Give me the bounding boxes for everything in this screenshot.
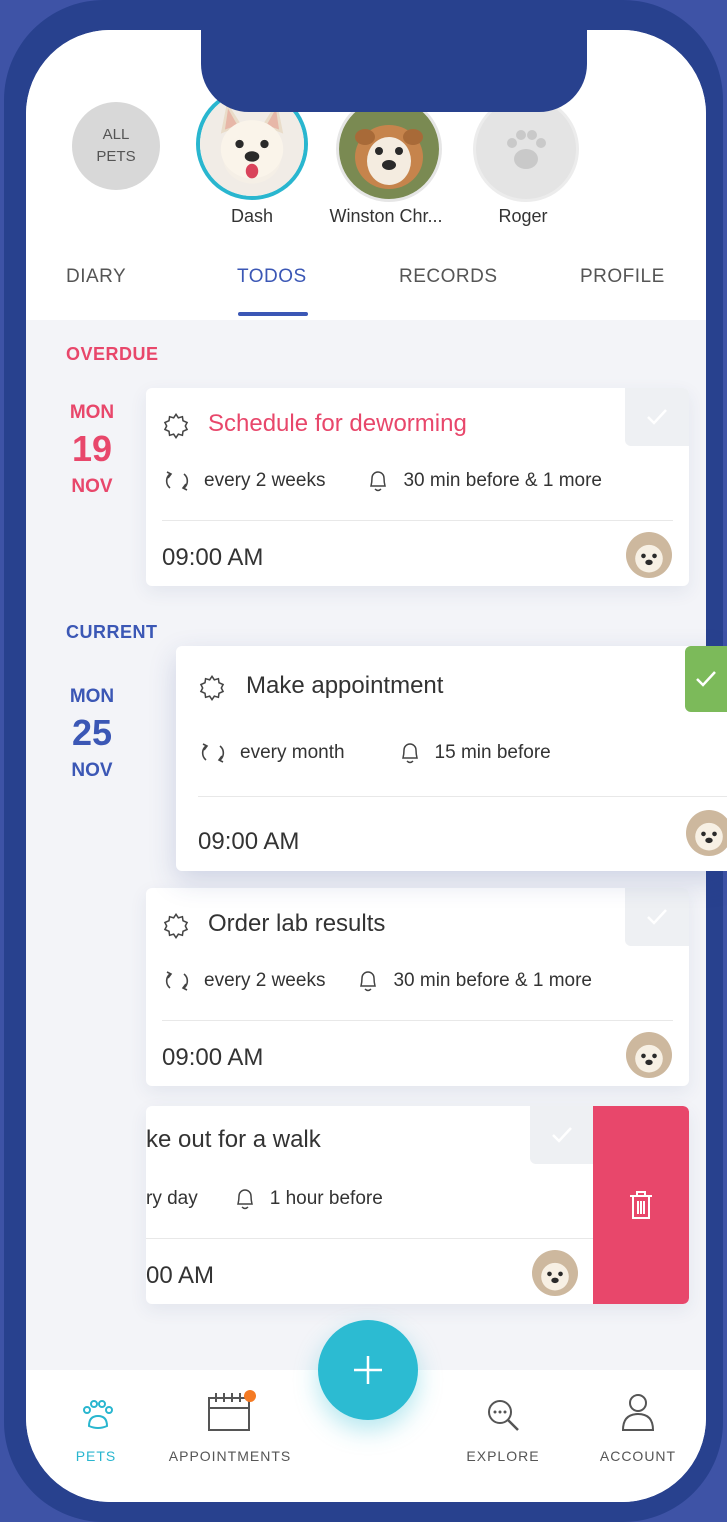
reminder-label: 30 min before & 1 more: [403, 470, 602, 491]
cog-icon: [163, 412, 189, 440]
repeat-icon: [165, 471, 189, 491]
divider: [146, 1238, 593, 1239]
repeat-label: every 2 weeks: [204, 970, 326, 991]
todo-time: 09:00 AM: [162, 1044, 264, 1071]
tab-records[interactable]: RECORDS: [399, 266, 498, 288]
nav-pets-label: PETS: [75, 1448, 117, 1464]
complete-button[interactable]: [625, 888, 689, 946]
add-todo-button[interactable]: [318, 1320, 418, 1420]
todo-meta: every month 15 min before: [198, 740, 551, 766]
todo-card-dragging[interactable]: Make appointment every month 15 min befo…: [176, 646, 727, 871]
todo-meta: every 2 weeks 30 min before & 1 more: [162, 468, 602, 494]
todo-title: Make appointment: [246, 672, 444, 699]
todo-card-swiped[interactable]: ke out for a walk ry day 1 hour before 0…: [146, 1106, 689, 1304]
date-group-current: MON 25 NOV: [62, 686, 122, 782]
divider: [198, 796, 727, 797]
pet-name-winston: Winston Chr...: [329, 206, 443, 226]
tab-profile[interactable]: PROFILE: [580, 266, 665, 288]
pet-name-roger: Roger: [498, 206, 548, 226]
complete-button[interactable]: [625, 388, 689, 446]
user-icon: [621, 1394, 655, 1431]
dog-photo-icon: [626, 1032, 672, 1078]
complete-button[interactable]: [530, 1106, 594, 1164]
reminder-label: 15 min before: [434, 742, 551, 763]
all-pets-label-2: PETS: [96, 148, 136, 165]
repeat-icon: [165, 971, 189, 991]
pet-name-dash: Dash: [230, 206, 274, 226]
todo-card[interactable]: Order lab results every 2 weeks 30 min b…: [146, 888, 689, 1086]
todo-time: 00 AM: [146, 1262, 215, 1289]
complete-button-done[interactable]: [685, 646, 727, 712]
divider: [162, 520, 673, 521]
date-month: NOV: [71, 760, 113, 781]
todo-title: Schedule for deworming: [208, 410, 467, 437]
nav-appointments-label: APPOINTMENTS: [168, 1448, 292, 1464]
todo-card[interactable]: Schedule for deworming every 2 weeks 30 …: [146, 388, 689, 586]
phone-notch: [201, 30, 587, 112]
section-current: CURRENT: [66, 622, 158, 642]
tab-bar: DIARY TODOS RECORDS PROFILE: [26, 266, 706, 316]
cog-icon: [163, 912, 189, 940]
cog-icon: [199, 674, 225, 702]
pet-mini-avatar: [532, 1250, 578, 1296]
dog-photo-icon: [686, 810, 727, 856]
trash-icon: [630, 1191, 652, 1219]
date-dow: MON: [69, 686, 115, 707]
pet-mini-avatar: [626, 532, 672, 578]
pet-mini-avatar: [686, 810, 727, 856]
check-icon: [552, 1127, 572, 1143]
all-pets-label-1: ALL: [102, 126, 130, 143]
check-icon: [647, 409, 667, 425]
date-day: 25: [71, 712, 113, 753]
nav-account-label: ACCOUNT: [599, 1448, 677, 1464]
date-group-overdue: MON 19 NOV: [62, 402, 122, 498]
date-month: NOV: [71, 476, 113, 497]
todo-title: ke out for a walk: [146, 1126, 321, 1153]
todo-title: Order lab results: [208, 910, 386, 937]
dog-photo-icon: [532, 1250, 578, 1296]
calendar-icon: [208, 1390, 256, 1431]
all-pets-button[interactable]: ALL PETS: [72, 102, 160, 190]
search-icon: [488, 1400, 519, 1431]
check-icon: [647, 909, 667, 925]
todo-time: 09:00 AM: [162, 544, 264, 571]
paw-placeholder-icon: [507, 130, 546, 169]
delete-button[interactable]: [593, 1106, 689, 1304]
tab-todos[interactable]: TODOS: [237, 266, 307, 288]
tab-diary[interactable]: DIARY: [66, 266, 126, 288]
divider: [162, 1020, 673, 1021]
todo-meta: ry day 1 hour before: [146, 1186, 383, 1212]
dog-photo-icon: [339, 99, 439, 199]
bell-icon: [360, 971, 377, 992]
repeat-icon: [201, 743, 225, 763]
repeat-label: every 2 weeks: [204, 470, 326, 491]
nav-explore-label: EXPLORE: [466, 1448, 540, 1464]
date-dow: MON: [69, 402, 115, 423]
check-icon: [696, 671, 716, 687]
tab-active-indicator: [238, 312, 308, 316]
pet-mini-avatar: [626, 1032, 672, 1078]
bell-icon: [401, 743, 418, 764]
bell-icon: [236, 1189, 253, 1210]
reminder-label: 30 min before & 1 more: [393, 970, 592, 991]
date-day: 19: [71, 428, 113, 469]
plus-icon: [354, 1356, 382, 1384]
dog-photo-icon: [626, 532, 672, 578]
repeat-label: every month: [240, 742, 345, 763]
todo-meta: every 2 weeks 30 min before & 1 more: [162, 968, 592, 994]
repeat-label: ry day: [146, 1188, 198, 1209]
section-overdue: OVERDUE: [66, 344, 159, 364]
todo-time: 09:00 AM: [198, 828, 300, 855]
bell-icon: [370, 471, 387, 492]
reminder-label: 1 hour before: [269, 1188, 383, 1209]
paw-icon: [83, 1400, 113, 1429]
